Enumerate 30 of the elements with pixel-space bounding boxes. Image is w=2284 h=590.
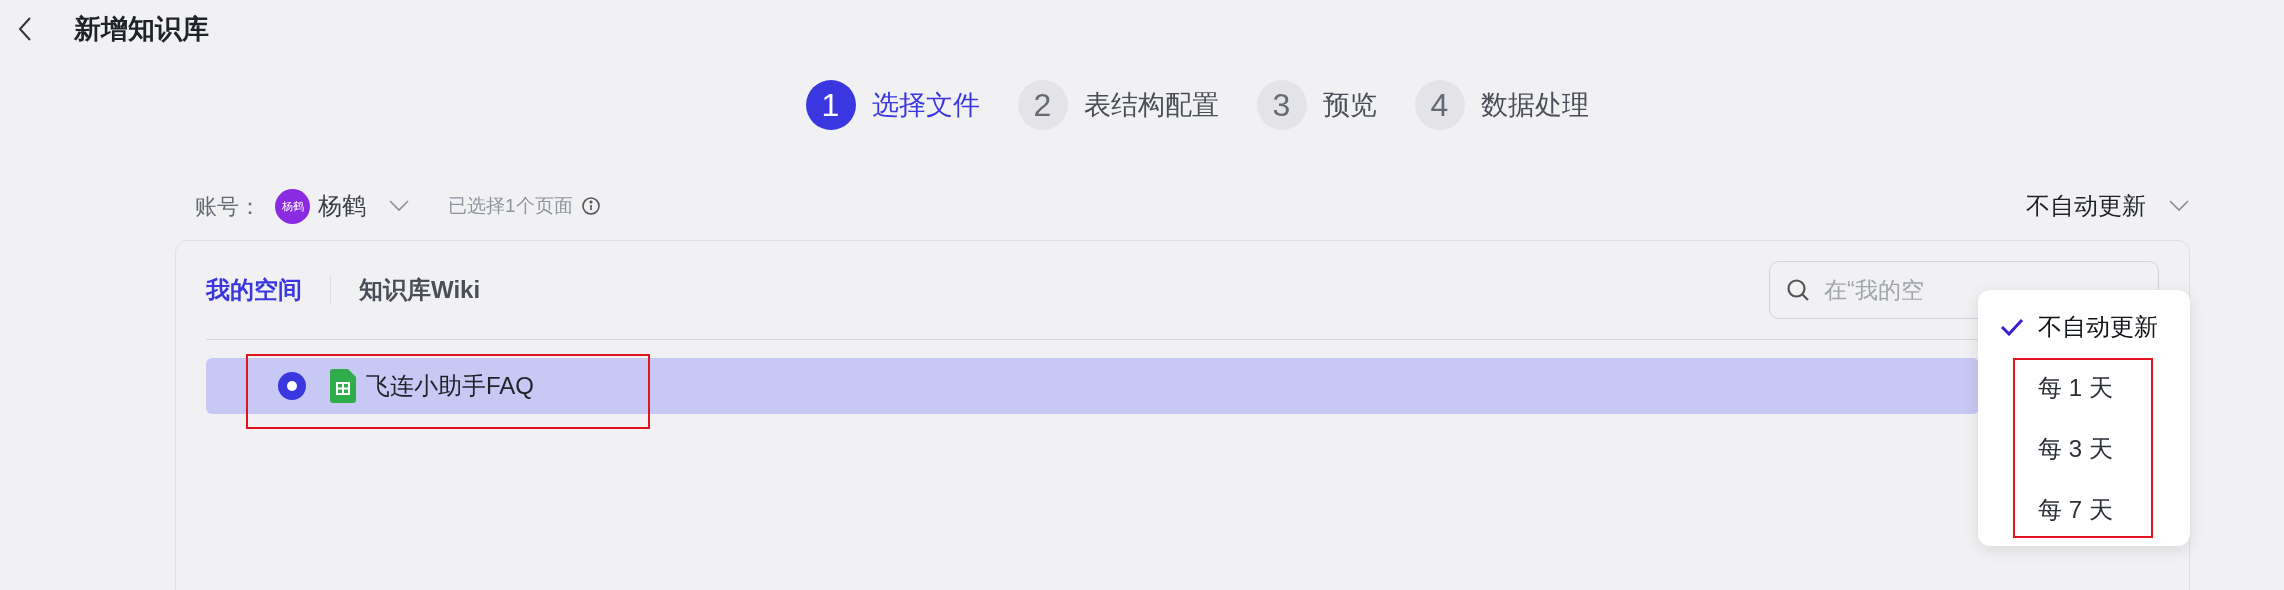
step-label: 预览 bbox=[1322, 88, 1377, 122]
step-number: 2 bbox=[1017, 80, 1068, 130]
account-name: 杨鹤 bbox=[318, 191, 366, 221]
selection-note: 已选择1个页面 bbox=[448, 193, 573, 218]
back-icon[interactable] bbox=[16, 16, 34, 42]
file-row[interactable]: 飞连小助手FAQ bbox=[206, 358, 1979, 414]
chevron-down-icon bbox=[2168, 199, 2190, 213]
file-name: 飞连小助手FAQ bbox=[366, 371, 534, 401]
step-label: 选择文件 bbox=[871, 88, 980, 122]
menu-item[interactable]: 每 3 天 bbox=[1978, 418, 2190, 479]
radio-button[interactable] bbox=[278, 372, 306, 400]
page-title: 新增知识库 bbox=[74, 12, 209, 46]
menu-item[interactable]: 每 7 天 bbox=[1978, 479, 2190, 540]
tab[interactable]: 知识库Wiki bbox=[359, 272, 481, 308]
step-number: 4 bbox=[1414, 80, 1465, 130]
update-select[interactable]: 不自动更新 bbox=[2026, 188, 2190, 224]
step-label: 数据处理 bbox=[1480, 88, 1589, 122]
menu-item[interactable]: 每 1 天 bbox=[1978, 357, 2190, 418]
chevron-down-icon bbox=[388, 199, 410, 213]
check-icon bbox=[2000, 317, 2024, 336]
step-label: 表结构配置 bbox=[1083, 88, 1219, 122]
step-number: 3 bbox=[1256, 80, 1307, 130]
account-label: 账号： bbox=[195, 192, 261, 221]
search-placeholder: 在“我的空 bbox=[1824, 275, 1924, 305]
avatar: 杨鹤 bbox=[275, 188, 310, 224]
spreadsheet-icon bbox=[330, 369, 356, 403]
search-icon bbox=[1786, 278, 1810, 302]
info-icon bbox=[580, 196, 601, 216]
tab[interactable]: 我的空间 bbox=[206, 272, 302, 308]
step-number: 1 bbox=[805, 80, 856, 130]
